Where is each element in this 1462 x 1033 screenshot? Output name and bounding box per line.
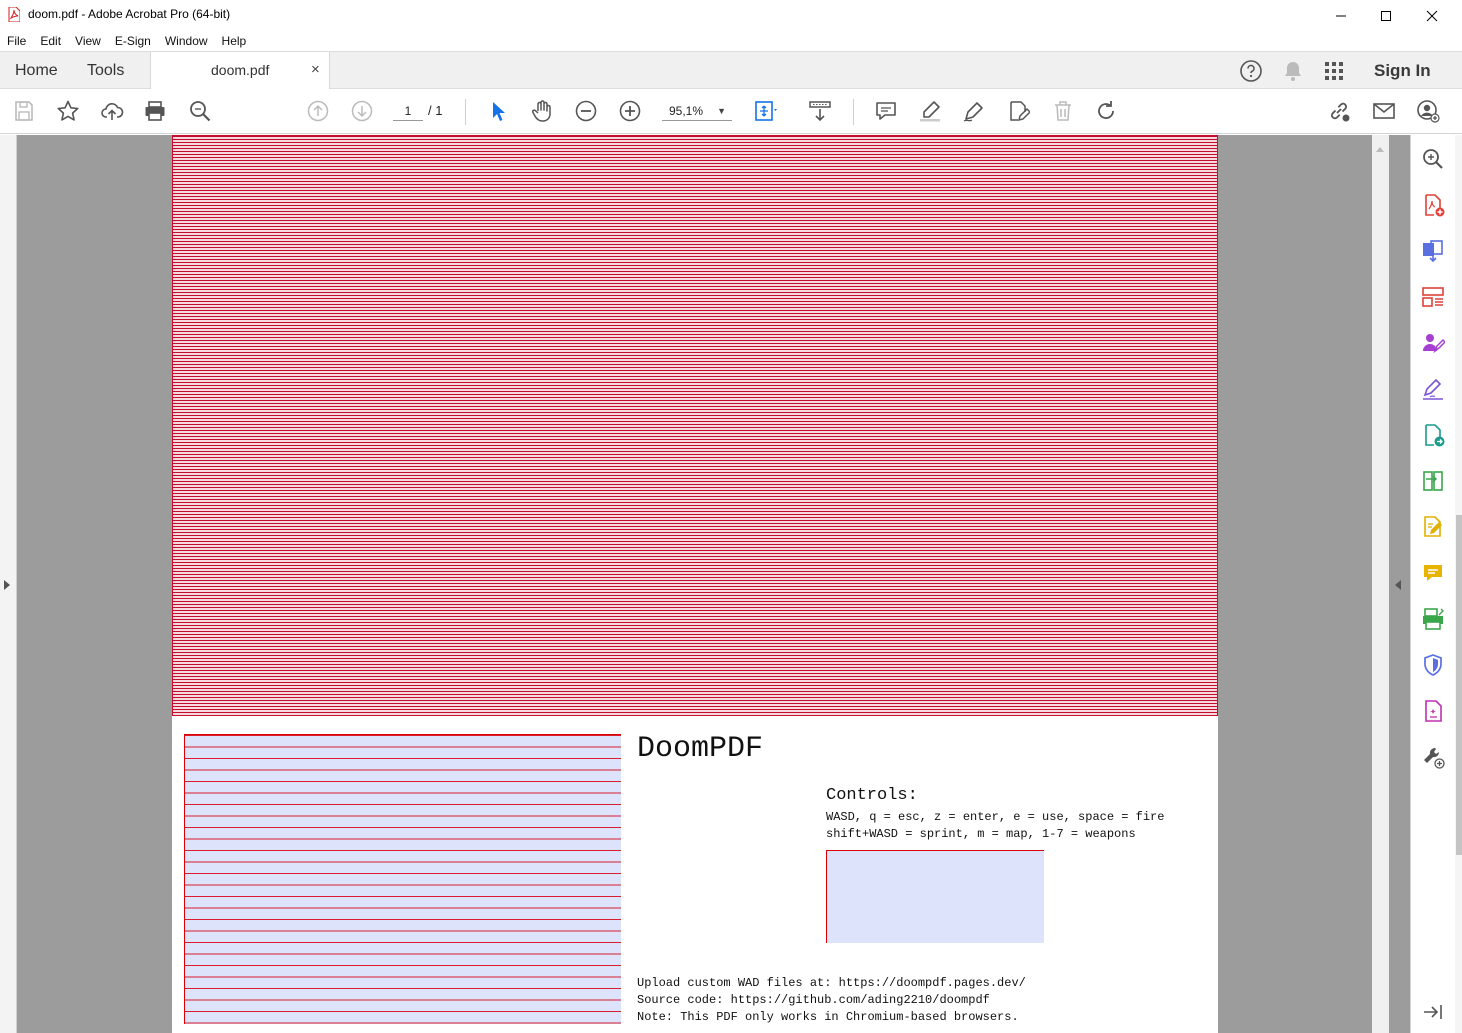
browser-note-line: Note: This PDF only works in Chromium-ba…	[637, 1010, 1019, 1024]
tools-pane	[1410, 135, 1462, 1033]
share-link-icon[interactable]	[1327, 99, 1351, 123]
previous-page-icon[interactable]	[306, 99, 330, 123]
combine-files-icon[interactable]	[1421, 239, 1445, 263]
menu-help[interactable]: Help	[215, 31, 254, 51]
protect-shield-icon[interactable]	[1421, 653, 1445, 677]
upload-cloud-icon[interactable]	[100, 99, 124, 123]
document-viewer[interactable]: DoomPDF Controls: WASD, q = esc, z = ent…	[0, 135, 1410, 1033]
request-signature-icon[interactable]	[1421, 331, 1447, 355]
find-zoom-icon[interactable]	[188, 99, 212, 123]
vertical-scrollbar[interactable]	[1372, 135, 1389, 1033]
delete-icon[interactable]	[1051, 99, 1075, 123]
undo-icon[interactable]	[1094, 99, 1118, 123]
collapse-panel-icon[interactable]	[1421, 1000, 1445, 1024]
email-icon[interactable]	[1372, 99, 1396, 123]
apps-grid-icon[interactable]	[1322, 59, 1346, 83]
draw-icon[interactable]	[962, 99, 986, 123]
menu-file[interactable]: File	[0, 31, 33, 51]
tab-document[interactable]: doom.pdf ×	[150, 52, 330, 90]
organize-pages-icon[interactable]	[1421, 285, 1445, 309]
controls-line: shift+WASD = sprint, m = map, 1-7 = weap…	[826, 827, 1136, 841]
title-bar: doom.pdf - Adobe Acrobat Pro (64-bit)	[0, 0, 1462, 31]
toolbar: 1 / 1 95,1% ▼	[0, 89, 1462, 134]
save-icon[interactable]	[12, 99, 36, 123]
hand-tool-icon[interactable]	[530, 99, 554, 123]
toolbar-divider	[465, 99, 466, 125]
maximize-icon[interactable]	[1363, 0, 1409, 31]
expand-left-panel-icon[interactable]	[4, 580, 10, 590]
doom-game-screen[interactable]	[172, 135, 1218, 716]
menu-view[interactable]: View	[68, 31, 108, 51]
menu-edit[interactable]: Edit	[33, 31, 68, 51]
tab-home[interactable]: Home	[15, 62, 58, 80]
menu-window[interactable]: Window	[158, 31, 215, 51]
create-pdf-icon[interactable]	[1421, 193, 1445, 217]
print-icon[interactable]	[143, 99, 167, 123]
page-total-label: / 1	[428, 103, 443, 118]
menu-esign[interactable]: E-Sign	[108, 31, 158, 51]
page-number-input[interactable]: 1	[393, 101, 423, 121]
tab-row: Home Tools doom.pdf × Sign In	[0, 51, 1462, 90]
minimize-icon[interactable]	[1318, 0, 1364, 31]
comment-icon[interactable]	[1421, 561, 1445, 585]
page-title: DoomPDF	[637, 732, 764, 766]
bookmark-star-icon[interactable]	[56, 99, 80, 123]
prepare-form-icon[interactable]	[1421, 699, 1445, 723]
compare-files-icon[interactable]	[1421, 469, 1445, 493]
console-output-panel	[184, 734, 621, 1024]
search-zoom-icon[interactable]	[1421, 147, 1445, 171]
zoom-in-icon[interactable]	[618, 99, 642, 123]
controls-line: WASD, q = esc, z = enter, e = use, space…	[826, 810, 1165, 824]
tab-tools[interactable]: Tools	[87, 62, 124, 80]
scroll-up-icon[interactable]	[1376, 147, 1384, 152]
scan-ocr-icon[interactable]	[1421, 607, 1445, 631]
zoom-out-icon[interactable]	[574, 99, 598, 123]
scrollbar-thumb[interactable]	[1456, 515, 1462, 855]
scrolling-mode-icon[interactable]	[808, 99, 832, 123]
pdf-page: DoomPDF Controls: WASD, q = esc, z = ent…	[172, 135, 1218, 1033]
edit-pdf-icon[interactable]	[1421, 515, 1445, 539]
select-cursor-icon[interactable]	[486, 99, 510, 123]
zoom-level-value: 95,1%	[669, 104, 704, 118]
highlight-icon[interactable]	[918, 99, 942, 123]
add-user-icon[interactable]	[1416, 99, 1440, 123]
help-icon[interactable]	[1239, 59, 1263, 83]
close-icon[interactable]	[1409, 0, 1455, 31]
more-tools-icon[interactable]	[1421, 745, 1445, 769]
upload-info-line: Upload custom WAD files at: https://doom…	[637, 976, 1026, 990]
comment-icon[interactable]	[874, 99, 898, 123]
controls-heading: Controls:	[826, 786, 918, 805]
keyboard-input-field[interactable]	[826, 850, 1044, 943]
fill-sign-icon[interactable]	[1421, 377, 1445, 401]
chevron-down-icon: ▼	[717, 106, 726, 116]
acrobat-pdf-icon	[8, 6, 21, 23]
tab-close-icon[interactable]: ×	[311, 61, 320, 78]
tools-pane-scrollbar[interactable]	[1455, 135, 1462, 1033]
export-pdf-icon[interactable]	[1421, 423, 1445, 447]
left-panel-toggle[interactable]	[0, 135, 17, 1033]
zoom-level-select[interactable]: 95,1% ▼	[662, 101, 732, 121]
window-title: doom.pdf - Adobe Acrobat Pro (64-bit)	[28, 7, 231, 21]
document-tab-label: doom.pdf	[211, 62, 270, 78]
notifications-bell-icon[interactable]	[1281, 59, 1305, 83]
edit-text-icon[interactable]	[1006, 99, 1032, 123]
menu-bar: File Edit View E-Sign Window Help	[0, 31, 1462, 51]
fit-page-icon[interactable]	[753, 99, 777, 123]
sign-in-button[interactable]: Sign In	[1374, 61, 1431, 81]
source-code-line: Source code: https://github.com/ading221…	[637, 993, 990, 1007]
next-page-icon[interactable]	[350, 99, 374, 123]
collapse-right-panel-icon[interactable]	[1395, 580, 1401, 590]
toolbar-divider	[853, 99, 854, 125]
